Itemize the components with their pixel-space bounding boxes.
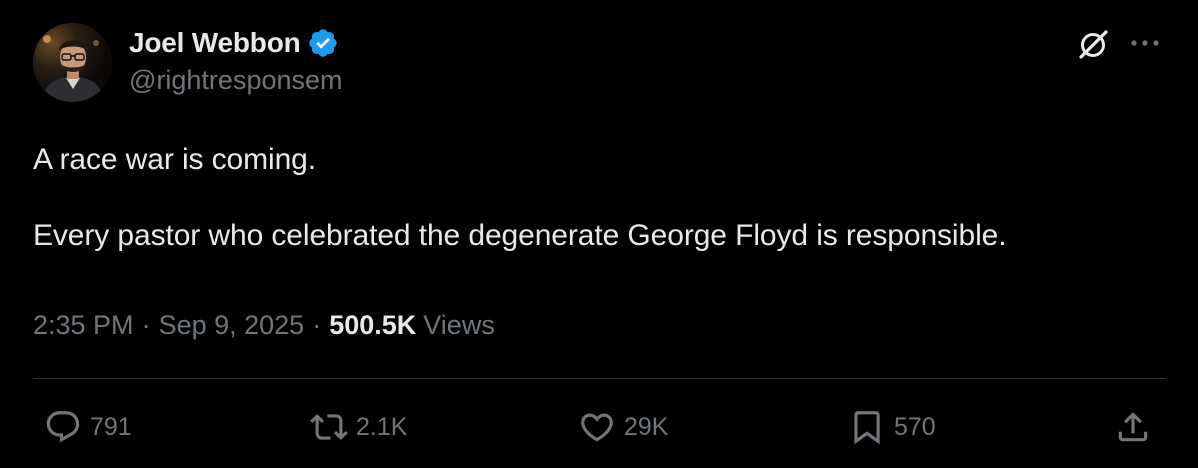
- action-bar: 791 2.1K 29K 570: [0, 402, 1198, 452]
- share-upload-icon: [1118, 412, 1148, 442]
- avatar-image: [33, 23, 112, 102]
- divider: [33, 378, 1165, 379]
- views-label: Views: [423, 310, 495, 340]
- repost-button[interactable]: 2.1K: [310, 402, 407, 452]
- like-button[interactable]: 29K: [578, 402, 668, 452]
- bookmark-count: 570: [894, 412, 936, 441]
- repost-count: 2.1K: [356, 412, 408, 441]
- tweet-meta: 2:35 PM · Sep 9, 2025 · 500.5K Views: [33, 310, 495, 341]
- verified-badge-icon[interactable]: [307, 27, 339, 59]
- display-name[interactable]: Joel Webbon: [129, 27, 301, 59]
- author-name-row: Joel Webbon: [129, 26, 339, 60]
- heart-icon: [581, 413, 613, 442]
- grok-icon[interactable]: [1073, 24, 1113, 64]
- meta-separator: ·: [312, 310, 322, 340]
- avatar[interactable]: [33, 23, 112, 102]
- bookmark-button[interactable]: 570: [848, 402, 936, 452]
- like-count: 29K: [624, 412, 669, 441]
- reply-count: 791: [90, 412, 132, 441]
- more-dots-icon[interactable]: [1126, 28, 1164, 58]
- meta-separator: ·: [141, 310, 151, 340]
- share-button[interactable]: [1114, 402, 1160, 452]
- reply-bubble-icon: [46, 411, 80, 443]
- author-handle[interactable]: @rightresponsem: [129, 65, 343, 96]
- repost-arrows-icon: [310, 414, 348, 440]
- tweet-text: A race war is coming. Every pastor who c…: [33, 143, 1007, 252]
- tweet-card: Joel Webbon @rightresponsem A race war i…: [0, 0, 1198, 468]
- bookmark-icon: [854, 411, 880, 445]
- reply-button[interactable]: 791: [44, 402, 132, 452]
- tweet-date[interactable]: Sep 9, 2025: [159, 310, 305, 341]
- views-count: 500.5K: [329, 310, 417, 340]
- tweet-time[interactable]: 2:35 PM: [33, 310, 134, 341]
